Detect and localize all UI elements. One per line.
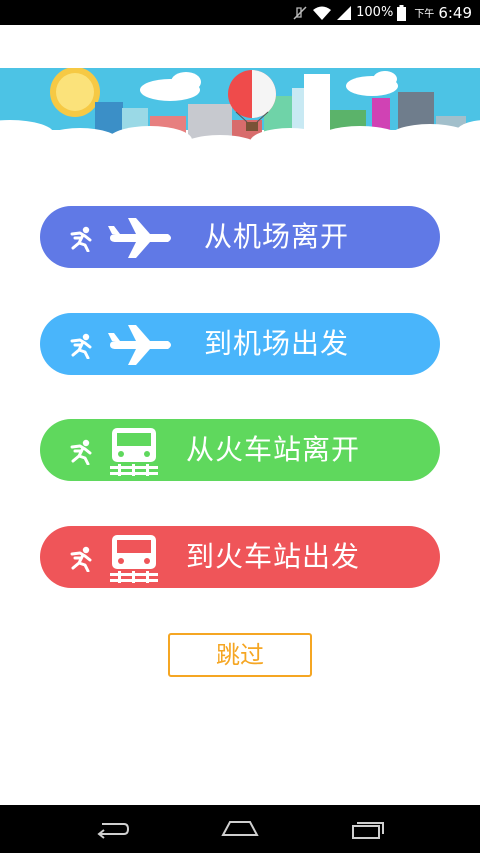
home-button[interactable] xyxy=(210,811,270,847)
back-button[interactable] xyxy=(82,811,142,847)
airplane-icon xyxy=(108,325,171,365)
navigation-bar xyxy=(0,805,480,853)
leave-train-station-button[interactable]: 从火车站离开 xyxy=(40,419,440,481)
recent-apps-icon xyxy=(352,822,384,839)
back-icon xyxy=(97,823,130,839)
button-label: 从机场离开 xyxy=(204,220,350,253)
running-person-icon xyxy=(70,439,92,465)
running-person-icon xyxy=(70,226,92,252)
train-icon xyxy=(110,428,158,476)
city-banner xyxy=(0,68,480,158)
home-icon xyxy=(221,821,259,836)
running-person-icon xyxy=(70,333,92,359)
mute-icon xyxy=(293,5,307,20)
train-icon xyxy=(110,535,158,583)
clock-time: 6:49 xyxy=(438,3,472,22)
depart-airport-button[interactable]: 到机场出发 xyxy=(40,313,440,375)
battery-icon xyxy=(397,4,407,21)
sun-icon xyxy=(50,68,100,117)
recent-apps-button[interactable] xyxy=(338,811,398,847)
airplane-icon xyxy=(108,218,171,258)
leave-airport-button[interactable]: 从机场离开 xyxy=(40,206,440,268)
button-label: 从火车站离开 xyxy=(186,433,361,466)
skip-button[interactable]: 跳过 xyxy=(168,633,312,677)
wifi-icon xyxy=(313,6,332,20)
button-label: 到火车站出发 xyxy=(186,540,361,573)
time-ampm: 下午 xyxy=(414,9,435,20)
status-icons: 100% 下午 6:49 xyxy=(292,0,472,25)
running-person-icon xyxy=(70,546,92,572)
battery-percent: 100% xyxy=(356,5,394,20)
signal-icon xyxy=(337,5,352,20)
status-bar: 100% 下午 6:49 xyxy=(0,0,480,25)
depart-train-station-button[interactable]: 到火车站出发 xyxy=(40,526,440,588)
button-label: 到机场出发 xyxy=(204,327,350,360)
